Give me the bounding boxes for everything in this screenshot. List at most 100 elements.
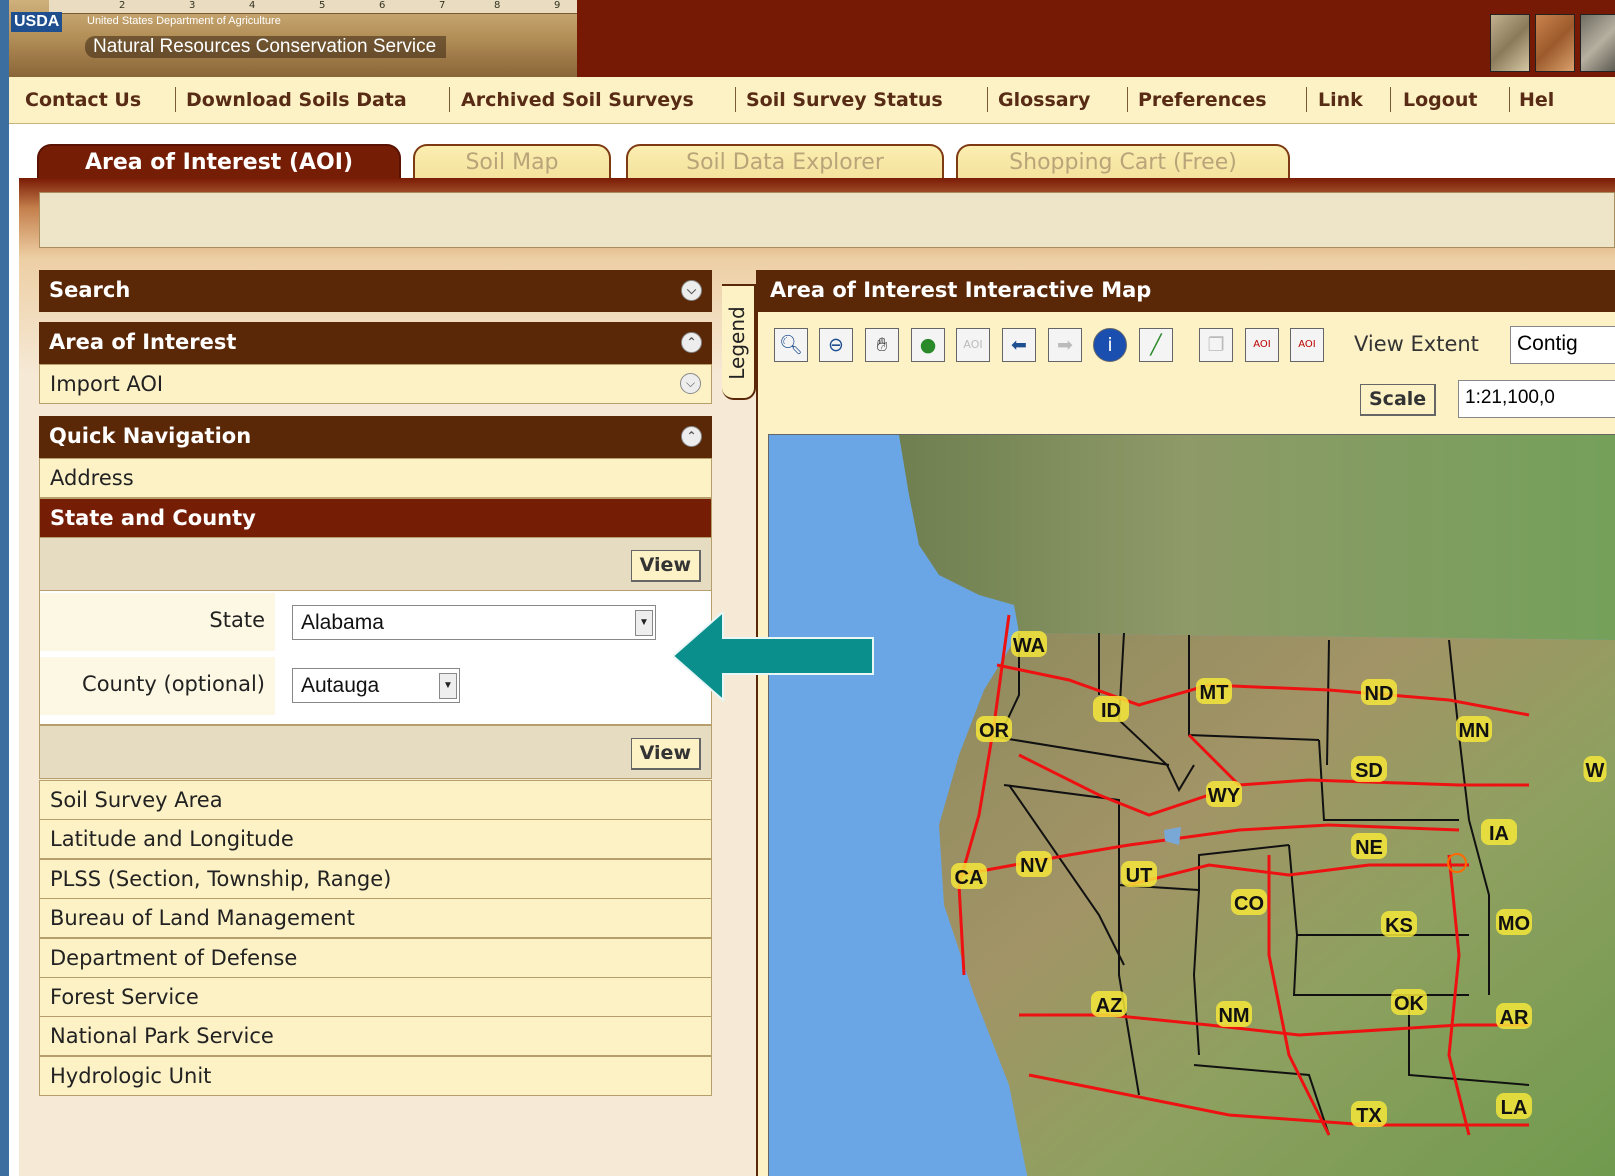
- state-label-w: W: [1583, 756, 1607, 782]
- nav-logout[interactable]: Logout: [1403, 89, 1477, 111]
- nav-item-label: PLSS (Section, Township, Range): [50, 867, 392, 891]
- state-label-wa: WA: [1011, 631, 1047, 657]
- forward-arrow-icon[interactable]: ➡︎: [1048, 328, 1082, 362]
- aoi-disabled-icon[interactable]: AOI: [956, 328, 990, 362]
- pan-hand-icon[interactable]: ✋︎: [865, 328, 899, 362]
- svg-text:SD: SD: [1355, 760, 1383, 782]
- nav-separator: [735, 87, 736, 112]
- scale-input[interactable]: 1:21,100,0: [1458, 380, 1615, 418]
- nav-item-latitude-longitude[interactable]: Latitude and Longitude: [39, 819, 712, 859]
- address-row[interactable]: Address: [39, 458, 712, 498]
- view-button[interactable]: View: [630, 550, 701, 582]
- state-label-ca: CA: [951, 863, 987, 889]
- nav-preferences[interactable]: Preferences: [1138, 89, 1267, 111]
- chevron-down-icon[interactable]: ⌵: [681, 280, 702, 301]
- dropdown-arrow-icon[interactable]: ▼: [635, 610, 653, 636]
- svg-text:WA: WA: [1013, 635, 1045, 657]
- chevron-up-icon[interactable]: ⌃: [681, 332, 702, 353]
- nav-link[interactable]: Link: [1318, 89, 1363, 111]
- nav-item-forest-service[interactable]: Forest Service: [39, 977, 712, 1017]
- nav-item-hydrologic-unit[interactable]: Hydrologic Unit: [39, 1056, 712, 1096]
- state-label-co: CO: [1231, 889, 1267, 915]
- scale-button[interactable]: Scale: [1360, 384, 1437, 416]
- zoom-out-icon[interactable]: ⊖: [819, 328, 853, 362]
- state-select-value: Alabama: [301, 611, 384, 634]
- search-panel-header[interactable]: Search ⌵: [39, 270, 712, 312]
- nav-contact-us[interactable]: Contact Us: [25, 89, 141, 111]
- ruler-mark: 6: [379, 0, 386, 11]
- nav-separator: [987, 87, 988, 112]
- nav-item-label: Forest Service: [50, 985, 199, 1009]
- state-label-wy: WY: [1206, 781, 1242, 807]
- measure-icon[interactable]: ╱: [1139, 328, 1173, 362]
- copy-icon[interactable]: ❐: [1199, 328, 1233, 362]
- quick-navigation-title: Quick Navigation: [49, 424, 252, 448]
- banner-thumbnail: [1535, 14, 1575, 72]
- info-icon[interactable]: i: [1093, 328, 1127, 362]
- ruler-mark: 2: [119, 0, 126, 11]
- nav-item-national-park-service[interactable]: National Park Service: [39, 1016, 712, 1056]
- chevron-down-icon[interactable]: ⌵: [680, 373, 701, 394]
- svg-text:ND: ND: [1365, 683, 1394, 705]
- view-bar-top: View: [39, 537, 712, 591]
- legend-tab[interactable]: Legend: [722, 284, 756, 400]
- banner-thumbnail: [1580, 14, 1615, 72]
- aoi-rectangle-icon[interactable]: AOI: [1245, 328, 1279, 362]
- nav-item-label: Hydrologic Unit: [50, 1064, 212, 1088]
- nav-item-soil-survey-area[interactable]: Soil Survey Area: [39, 780, 712, 820]
- svg-text:MO: MO: [1498, 913, 1530, 935]
- zoom-in-icon[interactable]: 🔍︎: [774, 328, 808, 362]
- nav-soil-survey-status[interactable]: Soil Survey Status: [746, 89, 943, 111]
- map-panel-header: Area of Interest Interactive Map: [758, 270, 1615, 312]
- nav-glossary[interactable]: Glossary: [998, 89, 1090, 111]
- county-select[interactable]: Autauga ▼: [292, 668, 460, 703]
- agency-name: Natural Resources Conservation Service: [85, 36, 447, 58]
- back-arrow-icon[interactable]: ⬅︎: [1002, 328, 1036, 362]
- svg-text:LA: LA: [1501, 1097, 1528, 1119]
- state-label-ne: NE: [1351, 833, 1387, 859]
- dropdown-arrow-icon[interactable]: ▼: [439, 673, 457, 699]
- chevron-up-icon[interactable]: ⌃: [681, 426, 702, 447]
- view-extent-label: View Extent: [1354, 332, 1479, 356]
- ruler-mark: 9: [554, 0, 561, 11]
- view-extent-select[interactable]: Contig: [1510, 326, 1615, 364]
- state-label-ia: IA: [1481, 819, 1517, 845]
- ruler-mark: 4: [249, 0, 256, 11]
- svg-text:W: W: [1586, 760, 1605, 782]
- interactive-map[interactable]: WA OR ID MT ND MN SD WY NE IA CA NV UT CO KS MO AZ NM OK AR…: [768, 434, 1615, 1176]
- svg-text:MN: MN: [1458, 720, 1489, 742]
- aoi-panel-title: Area of Interest: [49, 330, 237, 354]
- county-label: County (optional): [40, 657, 275, 715]
- state-label-nv: NV: [1016, 851, 1052, 877]
- nav-archived-soil-surveys[interactable]: Archived Soil Surveys: [461, 89, 694, 111]
- state-label-az: AZ: [1091, 991, 1127, 1017]
- svg-text:CA: CA: [955, 867, 984, 889]
- view-button[interactable]: View: [630, 738, 701, 770]
- state-select[interactable]: Alabama ▼: [292, 605, 656, 640]
- import-aoi-row[interactable]: Import AOI ⌵: [39, 364, 712, 404]
- nav-separator: [175, 87, 176, 112]
- globe-icon[interactable]: ●: [911, 328, 945, 362]
- nav-download-soils-data[interactable]: Download Soils Data: [186, 89, 407, 111]
- state-label-sd: SD: [1351, 756, 1387, 782]
- svg-text:AR: AR: [1500, 1007, 1529, 1029]
- state-label-ut: UT: [1121, 861, 1157, 887]
- nav-item-label: Bureau of Land Management: [50, 906, 355, 930]
- department-name: United States Department of Agriculture: [87, 15, 281, 27]
- svg-text:TX: TX: [1356, 1105, 1382, 1127]
- nav-item-dod[interactable]: Department of Defense: [39, 938, 712, 978]
- nav-item-plss[interactable]: PLSS (Section, Township, Range): [39, 859, 712, 899]
- nav-item-blm[interactable]: Bureau of Land Management: [39, 898, 712, 938]
- state-and-county-row[interactable]: State and County: [39, 498, 712, 538]
- state-label-ks: KS: [1381, 911, 1417, 937]
- nav-separator: [449, 87, 450, 112]
- map-canvas[interactable]: WA OR ID MT ND MN SD WY NE IA CA NV UT CO KS MO AZ NM OK AR…: [769, 435, 1615, 1176]
- nav-item-label: Latitude and Longitude: [50, 827, 294, 851]
- aoi-panel-header[interactable]: Area of Interest ⌃: [39, 322, 712, 364]
- svg-text:CO: CO: [1234, 893, 1264, 915]
- state-label-ar: AR: [1496, 1003, 1532, 1029]
- quick-navigation-header[interactable]: Quick Navigation ⌃: [39, 416, 712, 458]
- aoi-polygon-icon[interactable]: AOI: [1290, 328, 1324, 362]
- ruler-mark: 3: [189, 0, 196, 11]
- nav-help[interactable]: Hel: [1519, 89, 1554, 111]
